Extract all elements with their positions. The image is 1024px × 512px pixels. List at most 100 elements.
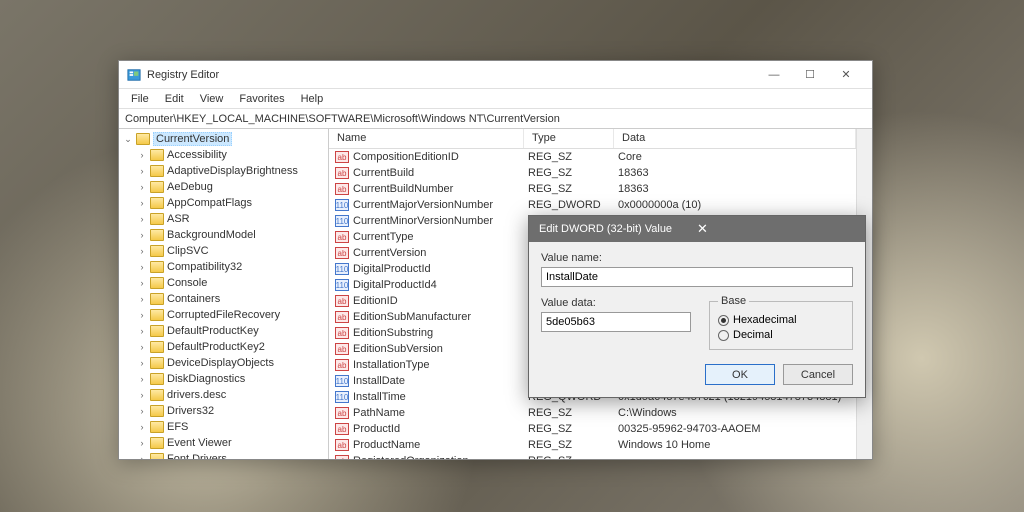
chevron-right-icon[interactable]: › [137,374,147,384]
tree-item[interactable]: ›AeDebug [119,179,328,195]
list-row[interactable]: abCompositionEditionIDREG_SZCore [329,149,856,165]
value-data: 18363 [618,183,856,195]
value-name: InstallTime [353,391,528,403]
tree-item[interactable]: ›AdaptiveDisplayBrightness [119,163,328,179]
dialog-close-icon[interactable]: ✕ [697,221,855,237]
value-binary-icon: 110 [335,391,349,403]
chevron-right-icon[interactable]: › [137,278,147,288]
value-string-icon: ab [335,359,349,371]
chevron-right-icon[interactable]: › [137,390,147,400]
value-name: InstallationType [353,359,528,371]
tree-item[interactable]: ›Accessibility [119,147,328,163]
chevron-right-icon[interactable]: › [137,246,147,256]
chevron-right-icon[interactable]: › [137,214,147,224]
list-row[interactable]: abCurrentBuildNumberREG_SZ18363 [329,181,856,197]
tree-item[interactable]: ›EFS [119,419,328,435]
value-type: REG_DWORD [528,199,618,211]
titlebar[interactable]: Registry Editor — ☐ ✕ [119,61,872,89]
dialog-titlebar[interactable]: Edit DWORD (32-bit) Value ✕ [529,216,865,242]
tree-label: DiskDiagnostics [167,373,245,385]
value-name: DigitalProductId [353,263,528,275]
chevron-right-icon[interactable]: › [137,166,147,176]
menu-help[interactable]: Help [293,91,332,107]
list-row[interactable]: abCurrentBuildREG_SZ18363 [329,165,856,181]
header-name[interactable]: Name [329,129,524,148]
tree-item[interactable]: ›AppCompatFlags [119,195,328,211]
folder-icon [150,437,164,449]
radio-label: Decimal [733,329,773,341]
value-name: EditionID [353,295,528,307]
menu-edit[interactable]: Edit [157,91,192,107]
chevron-right-icon[interactable]: › [137,454,147,459]
list-row[interactable]: abProductNameREG_SZWindows 10 Home [329,437,856,453]
tree-item[interactable]: ›CorruptedFileRecovery [119,307,328,323]
chevron-right-icon[interactable]: › [137,182,147,192]
value-name: PathName [353,407,528,419]
chevron-right-icon[interactable]: › [137,198,147,208]
list-row[interactable]: 110CurrentMajorVersionNumberREG_DWORD0x0… [329,197,856,213]
minimize-button[interactable]: — [756,62,792,88]
menu-view[interactable]: View [192,91,232,107]
tree-item[interactable]: › BackgroundModel [119,227,328,243]
chevron-right-icon[interactable]: › [137,342,147,352]
chevron-right-icon[interactable]: › [137,294,147,304]
tree-item[interactable]: ›Compatibility32 [119,259,328,275]
value-name-input[interactable] [541,267,853,287]
header-data[interactable]: Data [614,129,856,148]
ok-button[interactable]: OK [705,364,775,385]
chevron-right-icon[interactable]: › [137,326,147,336]
maximize-button[interactable]: ☐ [792,62,828,88]
tree-label: ClipSVC [167,245,209,257]
value-data: 18363 [618,167,856,179]
tree-item[interactable]: ›DeviceDisplayObjects [119,355,328,371]
tree-label: BackgroundModel [167,229,256,241]
tree-root[interactable]: ⌄ CurrentVersion [119,131,328,147]
folder-icon [136,133,150,145]
chevron-right-icon[interactable]: › [137,310,147,320]
list-row[interactable]: abRegisteredOrganizationREG_SZ [329,453,856,459]
chevron-right-icon[interactable]: › [137,262,147,272]
chevron-right-icon[interactable]: › [137,406,147,416]
header-type[interactable]: Type [524,129,614,148]
menu-file[interactable]: File [123,91,157,107]
close-button[interactable]: ✕ [828,62,864,88]
menu-favorites[interactable]: Favorites [231,91,292,107]
tree-pane[interactable]: ⌄ CurrentVersion ›Accessibility›Adaptive… [119,129,329,459]
tree-item[interactable]: › drivers.desc [119,387,328,403]
value-string-icon: ab [335,455,349,459]
tree-label: drivers.desc [167,389,226,401]
tree-item[interactable]: ›DefaultProductKey2 [119,339,328,355]
radio-decimal[interactable]: Decimal [718,329,844,341]
value-name: RegisteredOrganization [353,455,528,459]
chevron-down-icon[interactable]: ⌄ [123,134,133,145]
chevron-right-icon[interactable]: › [137,230,147,240]
radio-hexadecimal[interactable]: Hexadecimal [718,314,844,326]
list-row[interactable]: abPathNameREG_SZC:\Windows [329,405,856,421]
value-binary-icon: 110 [335,263,349,275]
chevron-right-icon[interactable]: › [137,150,147,160]
value-string-icon: ab [335,183,349,195]
value-data-input[interactable] [541,312,691,332]
value-name-label: Value name: [541,252,853,264]
value-data: Windows 10 Home [618,439,856,451]
tree-item[interactable]: ›Font Drivers [119,451,328,459]
radio-label: Hexadecimal [733,314,797,326]
value-string-icon: ab [335,327,349,339]
tree-item[interactable]: ›Console [119,275,328,291]
tree-item[interactable]: ›ASR [119,211,328,227]
tree-item[interactable]: ›DefaultProductKey [119,323,328,339]
value-name: CurrentType [353,231,528,243]
address-bar[interactable]: Computer\HKEY_LOCAL_MACHINE\SOFTWARE\Mic… [119,109,872,129]
tree-item[interactable]: › ClipSVC [119,243,328,259]
cancel-button[interactable]: Cancel [783,364,853,385]
folder-icon [150,357,164,369]
tree-item[interactable]: ›Event Viewer [119,435,328,451]
folder-icon [150,421,164,433]
chevron-right-icon[interactable]: › [137,422,147,432]
tree-item[interactable]: ›Drivers32 [119,403,328,419]
tree-item[interactable]: ›Containers [119,291,328,307]
chevron-right-icon[interactable]: › [137,358,147,368]
tree-item[interactable]: › DiskDiagnostics [119,371,328,387]
list-row[interactable]: abProductIdREG_SZ00325-95962-94703-AAOEM [329,421,856,437]
chevron-right-icon[interactable]: › [137,438,147,448]
